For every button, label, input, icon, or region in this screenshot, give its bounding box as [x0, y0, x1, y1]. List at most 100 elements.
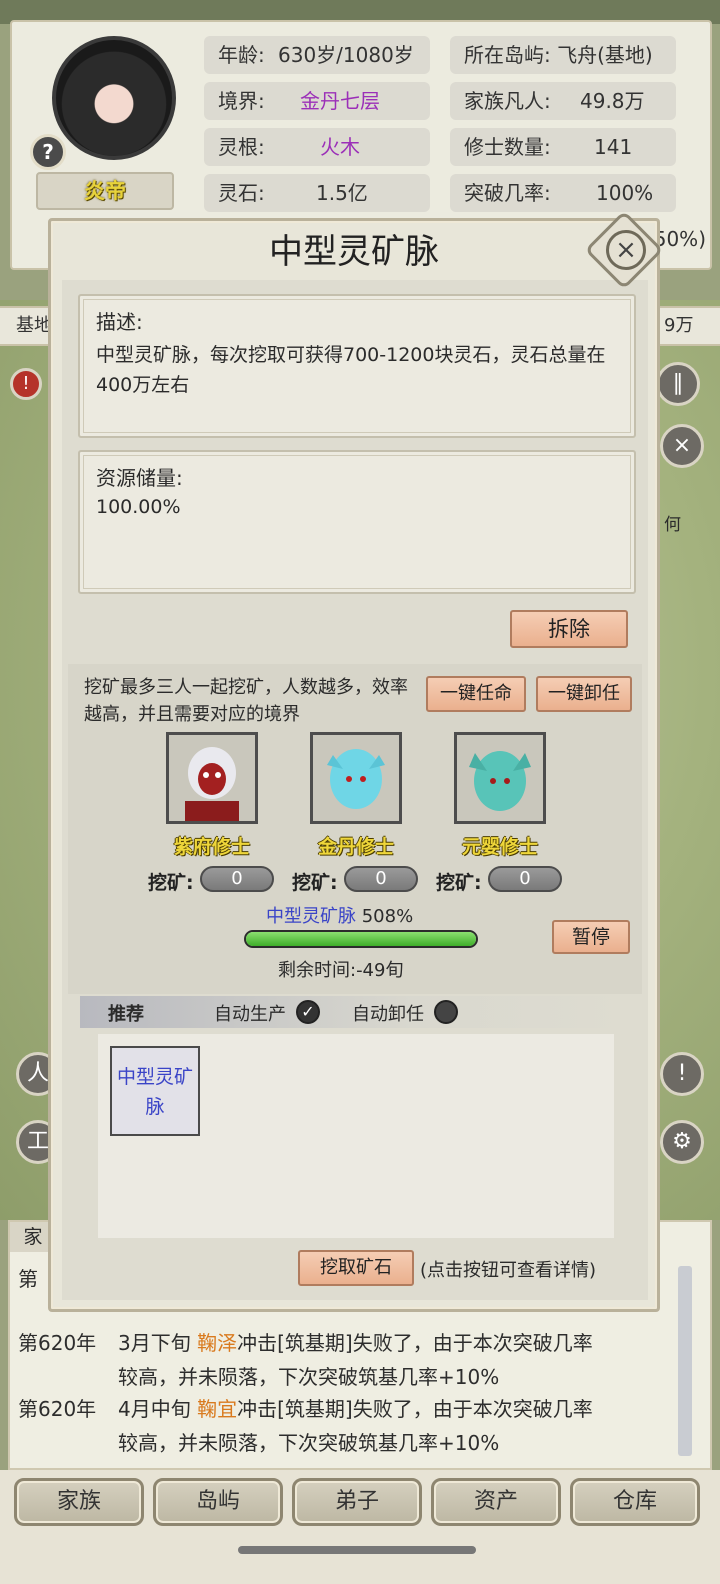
cultivators-label: 修士数量: [464, 135, 551, 159]
resource-value: 100.00% [96, 496, 181, 518]
remaining-time: 剩余时间:-49旬 [278, 960, 404, 981]
log-row: 第620年 4月中旬 鞠宜冲击[筑基期]失败了，由于本次突破几率 [18, 1392, 593, 1426]
nav-family-button[interactable]: 家族 [14, 1478, 144, 1526]
root-stat: 灵根: 火木 [204, 128, 430, 166]
spirit-stone-label: 灵石: [218, 181, 265, 205]
strip-left-text: 基地 [16, 315, 52, 336]
nav-warehouse-button[interactable]: 仓库 [570, 1478, 700, 1526]
resource-label: 资源储量: [96, 466, 183, 490]
mine-count-value: 0 [200, 866, 274, 892]
mortals-stat: 家族凡人: 49.8万 [450, 82, 676, 120]
mine-ore-hint: (点击按钮可查看详情) [420, 1260, 597, 1281]
log-year: 第620年 [18, 1397, 97, 1421]
slot-title: 紫府修士 [173, 836, 250, 858]
root-value: 火木 [320, 135, 360, 159]
realm-value: 金丹七层 [300, 89, 380, 113]
close-icon[interactable]: × [606, 230, 646, 270]
zifu-cultivator-portrait-icon [185, 747, 239, 821]
slot-title: 元婴修士 [461, 836, 538, 858]
realm-stat: 境界: 金丹七层 [204, 82, 430, 120]
settings-gear-icon[interactable]: ⚙ [660, 1120, 704, 1164]
age-stat: 年龄: 630岁/1080岁 [204, 36, 430, 74]
progress-mine-name: 中型灵矿脉 [266, 906, 356, 927]
realm-label: 境界: [218, 89, 265, 113]
log-prefix: 4月中旬 [118, 1397, 198, 1421]
log-row: 较高，并未陨落，下次突破筑基几率+10% [118, 1360, 499, 1394]
recommend-label: 推荐 [108, 1004, 144, 1025]
age-label: 年龄: [218, 43, 265, 67]
description-text: 中型灵矿脉，每次挖取可获得700-1200块灵石，灵石总量在400万左右 [96, 344, 606, 396]
mortals-value: 49.8万 [580, 89, 645, 113]
description-box: 描述: 中型灵矿脉，每次挖取可获得700-1200块灵石，灵石总量在400万左右 [78, 294, 636, 438]
cultivators-value: 141 [594, 135, 633, 159]
miner-slot-yuanying[interactable] [454, 732, 546, 824]
pause-game-icon[interactable]: ∥ [656, 362, 700, 406]
mine-count-label: 挖矿: [436, 872, 482, 894]
log-text: 较高，并未陨落，下次突破筑基几率+10% [118, 1365, 500, 1389]
log-row: 第620年 3月下旬 鞠泽冲击[筑基期]失败了，由于本次突破几率 [18, 1326, 593, 1360]
island-stat: 所在岛屿: 飞舟(基地) [450, 36, 676, 74]
spirit-stone-stat: 灵石: 1.5亿 [204, 174, 430, 212]
mining-hint: 挖矿最多三人一起挖矿，人数越多，效率越高，并且需要对应的境界 [84, 677, 408, 725]
product-card-mine[interactable]: 中型灵矿脉 [110, 1046, 200, 1136]
bottom-nav-bar: 家族 岛屿 弟子 资产 仓库 [0, 1470, 720, 1584]
age-value: 630岁/1080岁 [278, 43, 414, 67]
island-label: 所在岛屿: [464, 43, 551, 67]
dismiss-all-button[interactable]: 一键卸任 [536, 676, 632, 712]
breakthrough-value: 100% [596, 181, 654, 205]
description-label: 描述: [96, 310, 143, 334]
mine-ore-button[interactable]: 挖取矿石 [298, 1250, 414, 1286]
log-row: 较高，并未陨落，下次突破筑基几率+10% [118, 1426, 499, 1460]
nav-island-button[interactable]: 岛屿 [153, 1478, 283, 1526]
log-year: 第620年 [18, 1331, 97, 1355]
demolish-button[interactable]: 拆除 [510, 610, 628, 648]
auto-produce-label: 自动生产 [214, 1004, 286, 1025]
island-value: 飞舟(基地) [557, 43, 653, 67]
log-text: 冲击[筑基期]失败了，由于本次突破几率 [237, 1397, 593, 1421]
partial-stat-value: 50%) [653, 227, 706, 251]
cultivators-stat: 修士数量: 141 [450, 128, 676, 166]
mortals-label: 家族凡人: [464, 89, 551, 113]
mining-progress-bar [244, 930, 478, 948]
yuanying-cultivator-portrait-icon [469, 751, 531, 811]
pause-button[interactable]: 暂停 [552, 920, 630, 954]
jindan-cultivator-portrait-icon [327, 749, 385, 809]
appoint-all-button[interactable]: 一键任命 [426, 676, 526, 712]
slot-title: 金丹修士 [317, 836, 394, 858]
log-person-name[interactable]: 鞠宜 [197, 1397, 237, 1421]
log-text: 冲击[筑基期]失败了，由于本次突破几率 [237, 1331, 593, 1355]
log-text: 较高，并未陨落，下次突破筑基几率+10% [118, 1431, 500, 1455]
nav-disciple-button[interactable]: 弟子 [292, 1478, 422, 1526]
root-label: 灵根: [218, 135, 265, 159]
log-person-name[interactable]: 鞠泽 [197, 1331, 237, 1355]
mine-count-label: 挖矿: [148, 872, 194, 894]
dialog-title: 中型灵矿脉 [269, 232, 439, 272]
log-scrollbar[interactable] [678, 1266, 692, 1456]
spirit-stone-value: 1.5亿 [316, 181, 368, 205]
log-prefix: 3月下旬 [118, 1331, 198, 1355]
breakthrough-label: 突破几率: [464, 181, 551, 205]
map-side-text: 何 [664, 515, 681, 535]
character-avatar[interactable] [52, 36, 176, 160]
mine-count-label: 挖矿: [292, 872, 338, 894]
mining-progress-fill [246, 932, 476, 946]
mine-count-value: 0 [488, 866, 562, 892]
event-icon[interactable]: ! [660, 1052, 704, 1096]
miner-slot-zifu[interactable] [166, 732, 258, 824]
home-indicator[interactable] [238, 1546, 476, 1554]
help-icon[interactable]: ? [30, 134, 66, 170]
auto-dismiss-checkbox[interactable] [434, 1000, 458, 1024]
breakthrough-stat: 突破几率: 100% [450, 174, 676, 212]
progress-percent: 508% [361, 906, 414, 927]
nav-assets-button[interactable]: 资产 [431, 1478, 561, 1526]
miner-slot-jindan[interactable] [310, 732, 402, 824]
auto-dismiss-label: 自动卸任 [352, 1004, 424, 1025]
mine-count-value: 0 [344, 866, 418, 892]
character-name: 炎帝 [36, 172, 174, 210]
resource-box: 资源储量: 100.00% [78, 450, 636, 594]
auto-produce-checkbox[interactable]: ✓ [296, 1000, 320, 1024]
progress-caption: 中型灵矿脉 508% [266, 902, 413, 928]
warning-icon[interactable]: ! [10, 368, 42, 400]
strip-right-text: 9万 [664, 315, 694, 336]
close-map-icon[interactable]: × [660, 424, 704, 468]
